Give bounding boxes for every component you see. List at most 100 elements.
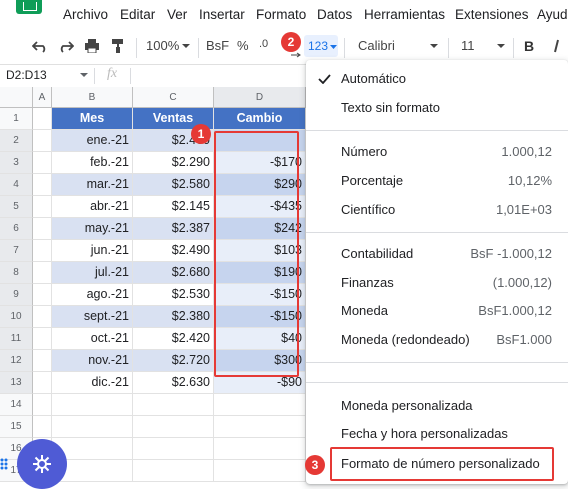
table-cell-ventas[interactable]: $2.420 bbox=[133, 328, 214, 350]
row-header[interactable]: 4 bbox=[0, 174, 33, 196]
menu-editar[interactable]: Editar bbox=[120, 7, 155, 22]
menu-ayuda[interactable]: Ayuda bbox=[537, 7, 568, 22]
zoom-select[interactable]: 100% bbox=[146, 38, 179, 53]
col-header-c[interactable]: C bbox=[133, 87, 214, 108]
col-header-a[interactable]: A bbox=[33, 87, 52, 108]
percent-format-button[interactable]: % bbox=[237, 38, 249, 53]
print-icon[interactable] bbox=[84, 39, 100, 53]
table-cell-mes[interactable]: mar.-21 bbox=[52, 174, 133, 196]
table-cell-mes[interactable]: dic.-21 bbox=[52, 372, 133, 394]
table-cell-mes[interactable]: jul.-21 bbox=[52, 262, 133, 284]
row-header[interactable]: 2 bbox=[0, 130, 33, 152]
table-cell-mes[interactable]: may.-21 bbox=[52, 218, 133, 240]
grid-cell[interactable] bbox=[214, 394, 306, 416]
row-header[interactable]: 13 bbox=[0, 372, 33, 394]
grid-cell[interactable] bbox=[33, 394, 52, 416]
table-cell-mes[interactable]: oct.-21 bbox=[52, 328, 133, 350]
table-cell-ventas[interactable]: $2.380 bbox=[133, 306, 214, 328]
bold-button[interactable]: B bbox=[524, 38, 534, 54]
grid-cell[interactable] bbox=[214, 460, 306, 482]
menu-item-scientific[interactable]: Científico 1,01E+03 bbox=[306, 196, 568, 224]
row-header[interactable]: 5 bbox=[0, 196, 33, 218]
menu-item-currency[interactable]: Moneda BsF1.000,12 bbox=[306, 297, 568, 325]
table-cell-ventas[interactable]: $2.680 bbox=[133, 262, 214, 284]
menu-item-plain-text[interactable]: Texto sin formato bbox=[306, 94, 568, 122]
table-cell-mes[interactable]: abr.-21 bbox=[52, 196, 133, 218]
table-cell-mes[interactable]: feb.-21 bbox=[52, 152, 133, 174]
menu-extensiones[interactable]: Extensiones bbox=[455, 7, 529, 22]
grid-cell[interactable] bbox=[33, 262, 52, 284]
select-all-corner[interactable] bbox=[0, 87, 33, 108]
menu-herramientas[interactable]: Herramientas bbox=[364, 7, 445, 22]
menu-item-percent[interactable]: Porcentaje 10,12% bbox=[306, 167, 568, 195]
table-cell-ventas[interactable]: $2.387 bbox=[133, 218, 214, 240]
name-box[interactable]: D2:D13 bbox=[6, 68, 47, 82]
row-header[interactable]: 10 bbox=[0, 306, 33, 328]
grid-cell[interactable] bbox=[33, 328, 52, 350]
more-formats-button[interactable]: 123 bbox=[304, 35, 338, 57]
col-header-d[interactable]: D bbox=[214, 87, 306, 108]
row-header[interactable]: 15 bbox=[0, 416, 33, 438]
row-header[interactable]: 11 bbox=[0, 328, 33, 350]
table-cell-ventas[interactable]: $2.630 bbox=[133, 372, 214, 394]
menu-archivo[interactable]: Archivo bbox=[63, 7, 108, 22]
grid-cell[interactable] bbox=[214, 438, 306, 460]
col-header-b[interactable]: B bbox=[52, 87, 133, 108]
table-cell-ventas[interactable]: $2.490 bbox=[133, 240, 214, 262]
table-cell-ventas[interactable]: $2.720 bbox=[133, 350, 214, 372]
sheets-logo-icon[interactable] bbox=[16, 0, 42, 14]
table-header-cell[interactable]: Mes bbox=[52, 108, 133, 130]
font-size-select[interactable]: 11 bbox=[461, 38, 475, 53]
menu-insertar[interactable]: Insertar bbox=[199, 7, 245, 22]
grid-cell[interactable] bbox=[133, 460, 214, 482]
row-header[interactable]: 9 bbox=[0, 284, 33, 306]
row-header[interactable]: 1 bbox=[0, 108, 33, 130]
grid-cell[interactable] bbox=[33, 108, 52, 130]
grid-cell[interactable] bbox=[33, 218, 52, 240]
row-header[interactable]: 12 bbox=[0, 350, 33, 372]
menu-formato[interactable]: Formato bbox=[256, 7, 306, 22]
grid-cell[interactable] bbox=[33, 174, 52, 196]
grid-cell[interactable] bbox=[52, 416, 133, 438]
grid-cell[interactable] bbox=[33, 284, 52, 306]
menu-item-accounting[interactable]: Contabilidad BsF -1.000,12 bbox=[306, 240, 568, 268]
paint-format-icon[interactable] bbox=[110, 39, 126, 53]
assistant-fab-button[interactable] bbox=[17, 439, 67, 489]
grid-cell[interactable] bbox=[133, 416, 214, 438]
row-header[interactable]: 8 bbox=[0, 262, 33, 284]
row-header[interactable]: 6 bbox=[0, 218, 33, 240]
grid-cell[interactable] bbox=[33, 372, 52, 394]
menu-item-currency-rounded[interactable]: Moneda (redondeado) BsF1.000 bbox=[306, 326, 568, 354]
grid-cell[interactable] bbox=[214, 416, 306, 438]
table-cell-mes[interactable]: sept.-21 bbox=[52, 306, 133, 328]
table-cell-mes[interactable]: ago.-21 bbox=[52, 284, 133, 306]
table-cell-ventas[interactable]: $2.145 bbox=[133, 196, 214, 218]
table-cell-mes[interactable]: ene.-21 bbox=[52, 130, 133, 152]
undo-icon[interactable] bbox=[32, 39, 48, 53]
chevron-down-icon[interactable] bbox=[80, 73, 88, 78]
grid-cell[interactable] bbox=[33, 152, 52, 174]
italic-icon[interactable] bbox=[550, 39, 566, 53]
grid-cell[interactable] bbox=[133, 394, 214, 416]
menu-item-number[interactable]: Número 1.000,12 bbox=[306, 138, 568, 166]
grid-cell[interactable] bbox=[33, 130, 52, 152]
grid-cell[interactable] bbox=[33, 416, 52, 438]
apps-grid-icon[interactable] bbox=[0, 458, 12, 470]
formula-input[interactable] bbox=[134, 67, 304, 85]
redo-icon[interactable] bbox=[58, 39, 74, 53]
grid-cell[interactable] bbox=[33, 196, 52, 218]
menu-item-custom-datetime[interactable]: Fecha y hora personalizadas bbox=[306, 420, 568, 448]
table-cell-ventas[interactable]: $2.290 bbox=[133, 152, 214, 174]
table-cell-mes[interactable]: jun.-21 bbox=[52, 240, 133, 262]
grid-cell[interactable] bbox=[133, 438, 214, 460]
menu-item-automatic[interactable]: Automático bbox=[306, 65, 568, 93]
table-header-cell[interactable]: Cambio bbox=[214, 108, 306, 130]
row-header[interactable]: 3 bbox=[0, 152, 33, 174]
currency-format-button[interactable]: BsF bbox=[206, 38, 229, 53]
grid-cell[interactable] bbox=[33, 306, 52, 328]
menu-datos[interactable]: Datos bbox=[317, 7, 352, 22]
table-cell-mes[interactable]: nov.-21 bbox=[52, 350, 133, 372]
grid-cell[interactable] bbox=[52, 394, 133, 416]
row-header[interactable]: 14 bbox=[0, 394, 33, 416]
menu-item-custom-currency[interactable]: Moneda personalizada bbox=[306, 392, 568, 420]
